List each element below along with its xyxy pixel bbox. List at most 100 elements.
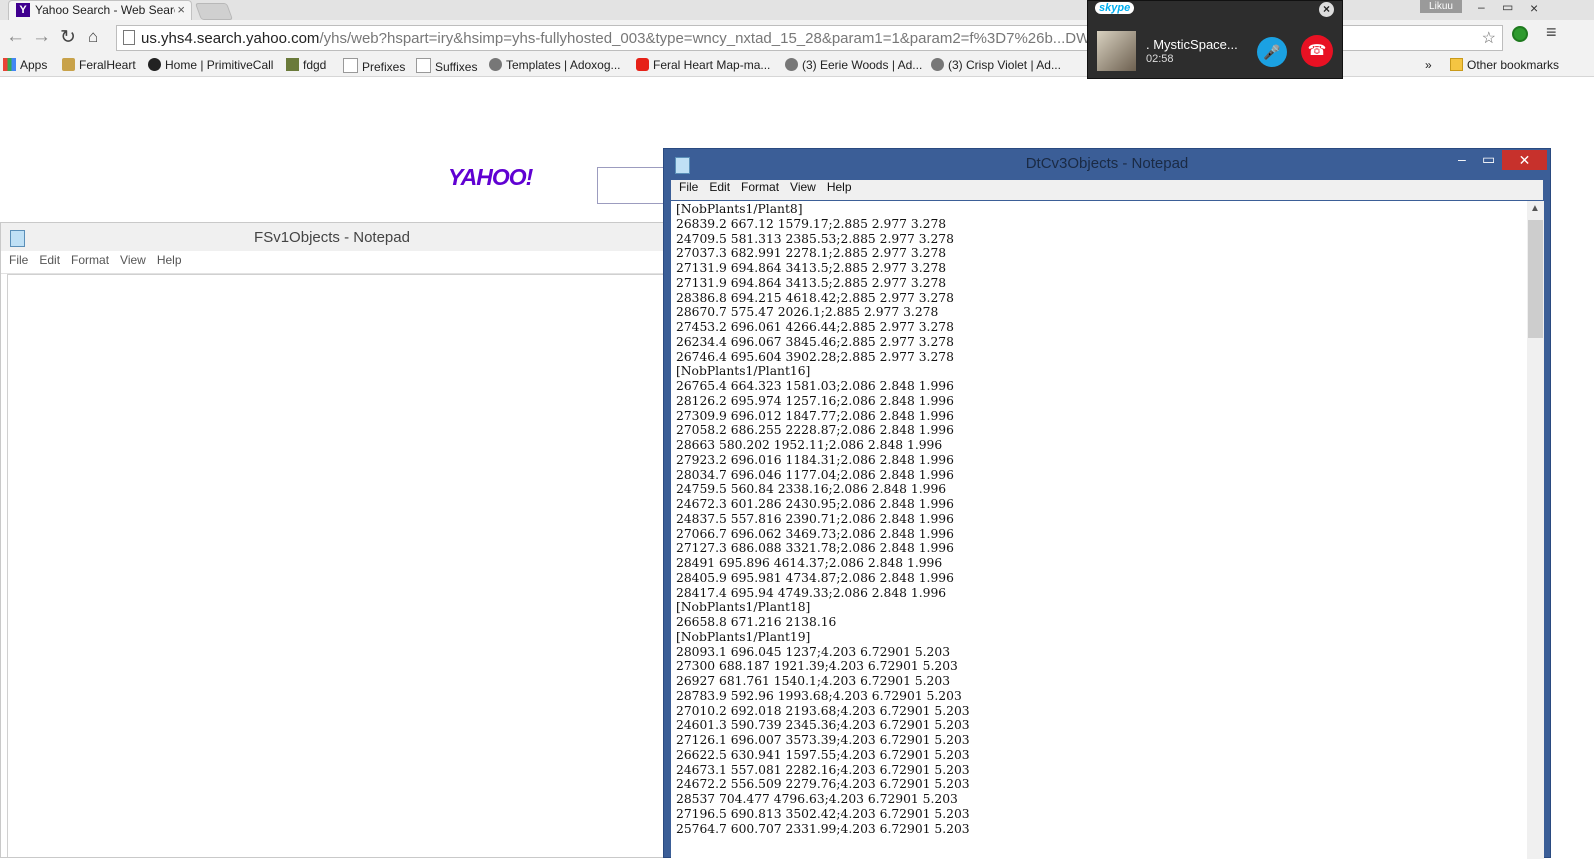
text-line: 28386.8 694.215 4618.42;2.885 2.977 3.27…: [676, 290, 954, 305]
bookmark-crisp-violet[interactable]: (3) Crisp Violet | Ad...: [931, 58, 1061, 72]
menu-edit[interactable]: Edit: [709, 180, 730, 194]
folder-icon: [1450, 58, 1463, 71]
menu-format[interactable]: Format: [71, 253, 109, 267]
tab-close-icon[interactable]: ×: [177, 2, 185, 17]
paw-icon: [931, 58, 944, 71]
text-line: 24672.2 556.509 2279.76;4.203 6.72901 5.…: [676, 777, 970, 792]
text-line: 26622.5 630.941 1597.55;4.203 6.72901 5.…: [676, 747, 970, 762]
menu-view[interactable]: View: [120, 253, 146, 267]
yahoo-logo[interactable]: YAHOO!: [448, 164, 533, 191]
yahoo-favicon-icon: Y: [16, 3, 30, 17]
text-line: 26234.4 696.067 3845.46;2.885 2.977 3.27…: [676, 334, 954, 349]
bookmarks-overflow-chevron-icon[interactable]: »: [1425, 58, 1432, 72]
text-line: 27300 688.187 1921.39;4.203 6.72901 5.20…: [676, 659, 958, 674]
maximize-icon[interactable]: ▭: [1482, 151, 1495, 168]
notepad-menubar: File Edit Format View Help: [1, 253, 663, 274]
other-bookmarks[interactable]: Other bookmarks: [1450, 58, 1559, 72]
menu-help[interactable]: Help: [157, 253, 182, 267]
menu-file[interactable]: File: [9, 253, 28, 267]
feralheart-icon: [62, 58, 75, 71]
minimize-icon[interactable]: –: [1458, 151, 1466, 167]
menu-file[interactable]: File: [679, 180, 698, 194]
text-line: 27058.2 686.255 2228.87;2.086 2.848 1.99…: [676, 423, 954, 438]
menu-help[interactable]: Help: [827, 180, 852, 194]
hang-up-icon[interactable]: ☎: [1301, 35, 1333, 67]
reload-icon[interactable]: ↻: [60, 26, 76, 49]
minimize-icon[interactable]: –: [1478, 0, 1485, 14]
menu-format[interactable]: Format: [741, 180, 779, 194]
scroll-up-arrow-icon[interactable]: ▲: [1530, 203, 1540, 214]
notepad-titlebar[interactable]: FSv1Objects - Notepad: [1, 223, 663, 251]
paw-icon: [489, 58, 502, 71]
text-line: 28537 704.477 4796.63;4.203 6.72901 5.20…: [676, 792, 958, 806]
text-line: 24709.5 581.313 2385.53;2.885 2.977 3.27…: [676, 231, 954, 246]
vertical-scrollbar[interactable]: ▲: [1527, 201, 1544, 859]
text-line: 24673.1 557.081 2282.16;4.203 6.72901 5.…: [676, 762, 970, 777]
bookmark-feralheart[interactable]: FeralHeart: [62, 58, 136, 72]
text-line: 28093.1 696.045 1237;4.203 6.72901 5.203: [676, 644, 951, 659]
notepad-title: FSv1Objects - Notepad: [254, 229, 410, 246]
fdgd-icon: [286, 58, 299, 71]
notepad-title[interactable]: DtCv3Objects - Notepad: [664, 155, 1550, 172]
paw-icon: [785, 58, 798, 71]
close-window-icon[interactable]: ×: [1530, 0, 1538, 16]
menu-view[interactable]: View: [790, 180, 816, 194]
text-line: [NobPlants1/Plant19]: [676, 629, 811, 644]
url-path: /yhs/web?hspart=iry&hsimp=yhs-fullyhoste…: [319, 30, 1204, 47]
close-window-button[interactable]: ✕: [1502, 150, 1547, 170]
forward-arrow-icon[interactable]: →: [32, 26, 51, 48]
text-line: 27131.9 694.864 3413.5;2.885 2.977 3.278: [676, 261, 947, 275]
extension-icon[interactable]: [1512, 26, 1528, 42]
bookmark-fdgd[interactable]: fdgd: [286, 58, 326, 72]
notepad-window-dtcv3objects: DtCv3Objects - Notepad – ▭ ✕ File Edit For…: [663, 148, 1551, 859]
bookmark-templates[interactable]: Templates | Adoxog...: [489, 58, 621, 72]
page-icon: [123, 30, 135, 45]
bookmark-apps[interactable]: Apps: [3, 58, 47, 72]
restore-icon[interactable]: ▭: [1502, 0, 1513, 14]
home-icon[interactable]: ⌂: [88, 27, 98, 47]
skype-logo: skype: [1095, 2, 1135, 14]
bookmark-primitivecall[interactable]: Home | PrimitiveCall: [148, 58, 273, 72]
scrollbar-thumb[interactable]: [1528, 220, 1543, 338]
user-profile-badge[interactable]: Likuu: [1420, 0, 1462, 13]
text-line: 27066.7 696.062 3469.73;2.086 2.848 1.99…: [676, 526, 954, 541]
browser-menu-icon[interactable]: ≡: [1546, 22, 1557, 43]
back-arrow-icon[interactable]: ←: [6, 26, 25, 48]
text-line: 24601.3 590.739 2345.36;4.203 6.72901 5.…: [676, 718, 970, 733]
notepad-text-area[interactable]: [7, 274, 663, 857]
text-line: 27037.3 682.991 2278.1;2.885 2.977 3.278: [676, 246, 947, 261]
bookmark-feral-heart-map[interactable]: Feral Heart Map-ma...: [636, 58, 770, 72]
text-line: 28417.4 695.94 4749.33;2.086 2.848 1.996: [676, 585, 947, 600]
text-line: 26927 681.761 1540.1;4.203 6.72901 5.203: [676, 674, 951, 688]
notepad-window-fsv1objects: FSv1Objects - Notepad File Edit Format View…: [0, 222, 664, 858]
microphone-icon[interactable]: 🎤: [1257, 37, 1287, 67]
text-line: 24672.3 601.286 2430.95;2.086 2.848 1.99…: [676, 497, 954, 511]
bookmark-star-icon[interactable]: ☆: [1482, 28, 1496, 48]
text-line: 24837.5 557.816 2390.71;2.086 2.848 1.99…: [676, 511, 954, 526]
tab-title: Yahoo Search - Web Search: [35, 3, 175, 17]
contact-name: . MysticSpace...: [1146, 37, 1238, 52]
page-icon: [416, 58, 431, 73]
text-line: 27196.5 690.813 3502.42;4.203 6.72901 5.…: [676, 806, 970, 821]
bookmark-eerie-woods[interactable]: (3) Eerie Woods | Ad...: [785, 58, 922, 72]
notepad-text-area[interactable]: [NobPlants1/Plant8] 26839.2 667.12 1579.1…: [671, 201, 1527, 859]
call-timer: 02:58: [1146, 53, 1174, 65]
text-line: 28405.9 695.981 4734.87;2.086 2.848 1.99…: [676, 570, 954, 585]
text-line: 27127.3 686.088 3321.78;2.086 2.848 1.99…: [676, 541, 954, 556]
youtube-icon: [636, 58, 649, 71]
text-line: 26839.2 667.12 1579.17;2.885 2.977 3.278: [676, 216, 947, 231]
bookmark-prefixes[interactable]: Prefixes: [343, 58, 405, 74]
bookmarks-bar: Apps FeralHeart Home | PrimitiveCall fdg…: [0, 56, 1594, 77]
text-line: 27010.2 692.018 2193.68;4.203 6.72901 5.…: [676, 703, 970, 718]
bookmark-suffixes[interactable]: Suffixes: [416, 58, 477, 74]
text-line: 27131.9 694.864 3413.5;2.885 2.977 3.278: [676, 275, 947, 290]
text-line: 28491 695.896 4614.37;2.086 2.848 1.996: [676, 556, 943, 570]
new-tab-button[interactable]: [194, 3, 234, 20]
text-line: 26658.8 671.216 2138.16: [676, 615, 837, 629]
tab-yahoo-search[interactable]: Y Yahoo Search - Web Search ×: [8, 0, 192, 20]
avatar: [1097, 31, 1136, 71]
close-icon[interactable]: ×: [1319, 2, 1334, 17]
text-line: 26746.4 695.604 3902.28;2.885 2.977 3.27…: [676, 349, 954, 364]
skype-call-popup: skype × . MysticSpace... 02:58 🎤 ☎: [1087, 0, 1343, 79]
menu-edit[interactable]: Edit: [39, 253, 60, 267]
